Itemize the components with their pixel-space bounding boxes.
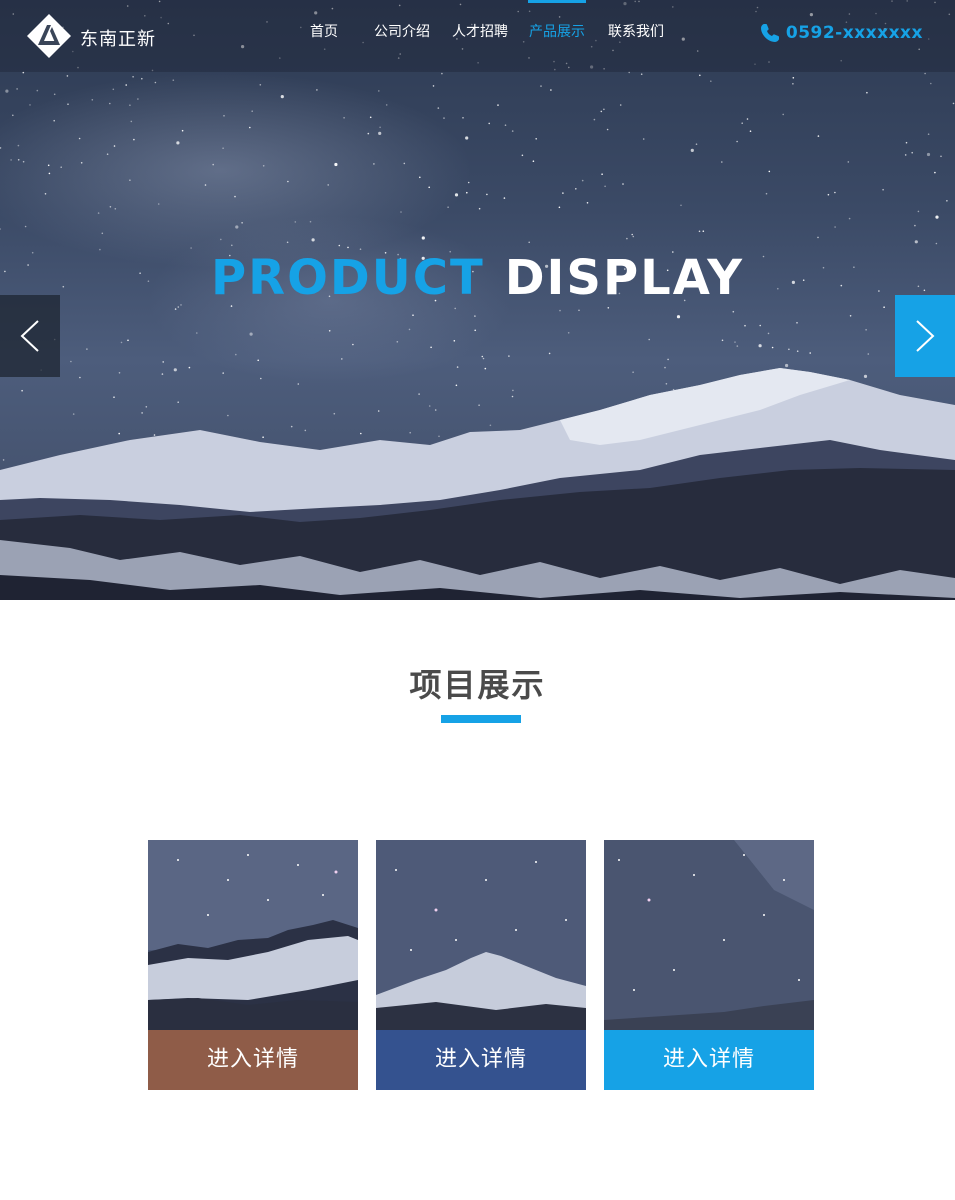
nav-item-home[interactable]: 首页 [300,0,348,72]
chevron-right-icon [916,320,935,352]
phone-number: 0592-xxxxxxx [785,23,923,43]
card-details-button[interactable]: 进入详情 [376,1030,586,1090]
phone-contact: 0592-xxxxxxx [760,22,923,44]
chevron-left-icon [20,320,39,352]
logo-diamond-icon [27,14,71,58]
section-title: 项目展示 [409,666,546,704]
project-cards: 进入详情 进入详情 进入详情 [148,840,814,1090]
project-card-image [148,840,358,1030]
project-card-image [604,840,814,1030]
hero-banner: PRODUCT DISPLAY [0,0,955,600]
logo-text: 东南正新 [80,29,156,50]
nav-item-products[interactable]: 产品展示 [528,0,586,72]
card-details-button[interactable]: 进入详情 [148,1030,358,1090]
project-card[interactable]: 进入详情 [148,840,358,1090]
carousel-next-button[interactable] [895,295,955,377]
phone-icon [760,24,779,42]
hero-title-display: DISPLAY [504,250,745,306]
nav-item-about[interactable]: 公司介绍 [372,0,432,72]
nav-item-contact[interactable]: 联系我们 [606,0,666,72]
project-card[interactable]: 进入详情 [376,840,586,1090]
carousel-prev-button[interactable] [0,295,60,377]
site-header: 东南正新 首页 公司介绍 人才招聘 产品展示 联系我们 0592-xxxxxxx [0,0,955,72]
project-card[interactable]: 进入详情 [604,840,814,1090]
nav-item-careers[interactable]: 人才招聘 [450,0,510,72]
section-title-underline [441,715,521,723]
hero-title: PRODUCT DISPLAY [0,250,955,306]
hero-title-product: PRODUCT [210,250,485,306]
project-card-image [376,840,586,1030]
logo[interactable]: 东南正新 [26,13,166,61]
card-details-button[interactable]: 进入详情 [604,1030,814,1090]
